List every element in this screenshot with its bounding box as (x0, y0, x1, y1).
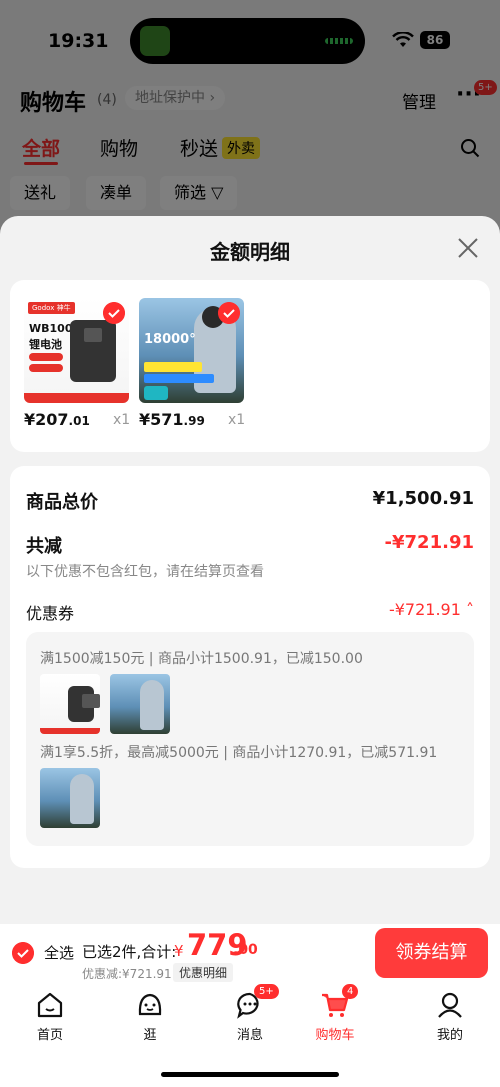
product-quantity: x1 (113, 412, 131, 428)
price-integer: ¥207 (24, 410, 69, 429)
browse-icon (138, 993, 162, 1016)
coupon-rule: 满1500减150元 | 商品小计1500.91，已减150.00 (40, 651, 363, 667)
product-card: Godox 神牛 WB100 锂电池 ¥207.01 x1 18000° ¥57… (10, 280, 490, 452)
product-price: ¥571.99 (139, 410, 205, 429)
price-integer: ¥571 (139, 410, 184, 429)
brand-label: Godox 神牛 (28, 302, 75, 314)
tab-profile[interactable]: 我的 (410, 990, 490, 1043)
cart-badge: 4 (342, 984, 359, 999)
profile-icon (438, 992, 462, 1018)
product-item[interactable]: Godox 神牛 WB100 锂电池 ¥207.01 x1 (24, 298, 130, 429)
amount-detail-card: 商品总价 ¥1,500.91 共减 -¥721.91 以下优惠不包含红包，请在结… (10, 466, 490, 868)
tab-browse[interactable]: 逛 (110, 990, 190, 1043)
product-footer-strip (40, 728, 100, 734)
coupon-product-thumb (110, 674, 170, 734)
product-banner-bar (144, 374, 214, 383)
model-figure (70, 774, 94, 824)
tab-label: 购物车 (315, 1028, 355, 1043)
tab-home[interactable]: 首页 (10, 990, 90, 1043)
tab-label: 我的 (436, 1028, 463, 1043)
product-tag-bar (29, 353, 63, 361)
tab-label: 首页 (36, 1028, 63, 1043)
home-indicator[interactable] (161, 1072, 339, 1077)
reduction-value: -¥721.91 (384, 532, 474, 553)
coupon-product-thumb (40, 768, 100, 828)
select-all-check-icon[interactable] (12, 942, 34, 964)
product-warmth-number: 18000° (144, 332, 196, 347)
product-item[interactable]: 18000° ¥571.99 x1 (139, 298, 245, 429)
price-decimal: .99 (183, 414, 205, 428)
total-value: ¥1,500.91 (372, 488, 474, 509)
product-image-battery: Godox 神牛 WB100 锂电池 (24, 298, 129, 403)
total-label: 商品总价 (26, 492, 98, 513)
tab-label: 消息 (236, 1028, 263, 1043)
price-decimal: .01 (68, 414, 90, 428)
total-amount-decimal: .00 (233, 942, 258, 958)
battery-device-image (70, 320, 116, 382)
product-footer-strip (24, 393, 129, 403)
discount-detail-button[interactable]: 优惠明细 (173, 963, 234, 982)
tab-messages[interactable]: 5+ 消息 (210, 984, 290, 1043)
product-image-jacket: 18000° (139, 298, 244, 403)
check-icon[interactable] (103, 302, 125, 324)
coupon-toggle[interactable]: -¥721.91 ˄ (389, 600, 474, 619)
model-figure (140, 680, 164, 730)
checkout-bar: 全选 已选2件,合计: ¥ 779 .00 优惠减:¥721.91 优惠明细 领… (0, 924, 500, 982)
selected-summary: 已选2件,合计: (82, 943, 177, 961)
reduction-note: 以下优惠不包含红包，请在结算页查看 (26, 564, 264, 580)
product-price: ¥207.01 (24, 410, 90, 429)
coupon-detail-box: 满1500减150元 | 商品小计1500.91，已减150.00 满1享5.5… (26, 632, 474, 846)
battery-device-image (68, 686, 100, 722)
total-currency: ¥ (174, 942, 184, 960)
tab-label: 逛 (143, 1028, 157, 1043)
close-icon[interactable] (456, 236, 480, 260)
product-model: WB100 (29, 322, 73, 335)
tab-cart[interactable]: 4 购物车 (295, 984, 375, 1043)
product-tag-bar (29, 364, 63, 372)
sheet-title: 金额明细 (210, 240, 290, 264)
reduction-label: 共减 (26, 536, 62, 557)
product-banner-bar (144, 362, 202, 372)
message-badge: 5+ (254, 984, 279, 999)
coupon-rule: 满1享5.5折，最高减5000元 | 商品小计1270.91，已减571.91 (40, 745, 438, 761)
home-icon (37, 992, 63, 1018)
checkout-button[interactable]: 领券结算 (375, 928, 488, 978)
check-icon[interactable] (218, 302, 240, 324)
coupon-product-thumb (40, 674, 100, 734)
coupon-label: 优惠券 (26, 604, 75, 623)
product-quantity: x1 (228, 412, 246, 428)
discount-summary: 优惠减:¥721.91 (82, 967, 172, 981)
product-price-tag (144, 386, 168, 400)
product-type: 锂电池 (29, 338, 62, 351)
select-all-label[interactable]: 全选 (44, 942, 74, 963)
